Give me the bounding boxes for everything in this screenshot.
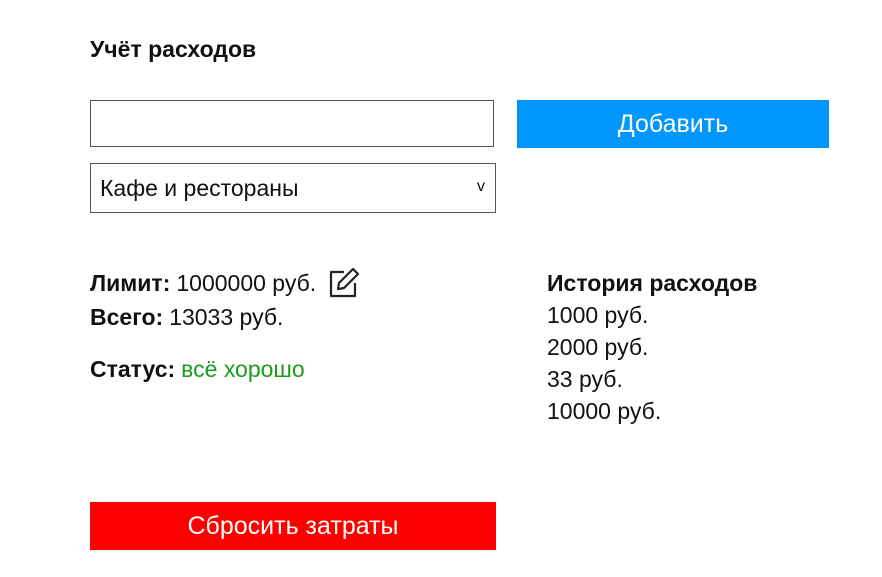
total-label: Всего: bbox=[90, 304, 164, 330]
expense-history: История расходов 1000 руб. 2000 руб. 33 … bbox=[547, 267, 757, 427]
expense-tracker: Учёт расходов Добавить Кафе и рестораны … bbox=[0, 0, 882, 577]
total-row: Всего: 13033 руб. bbox=[90, 300, 360, 334]
history-title: История расходов bbox=[547, 270, 758, 296]
stats-panel: Лимит: 1000000 руб. Всего: 13033 руб. Ст… bbox=[90, 266, 360, 386]
limit-label: Лимит: bbox=[90, 270, 171, 296]
status-row: Статус: всё хорошо bbox=[90, 352, 360, 386]
status-label: Статус: bbox=[90, 356, 176, 382]
history-item: 1000 руб. bbox=[547, 302, 649, 328]
page-title: Учёт расходов bbox=[90, 36, 257, 62]
reset-expenses-button[interactable]: Сбросить затраты bbox=[90, 502, 496, 550]
history-item: 2000 руб. bbox=[547, 334, 649, 360]
add-button[interactable]: Добавить bbox=[517, 100, 829, 148]
amount-input[interactable] bbox=[90, 100, 494, 147]
chevron-down-icon: v bbox=[477, 178, 485, 195]
limit-row: Лимит: 1000000 руб. bbox=[90, 266, 360, 300]
history-item: 10000 руб. bbox=[547, 398, 662, 424]
category-select[interactable]: Кафе и рестораны v bbox=[90, 163, 496, 213]
edit-icon[interactable] bbox=[326, 266, 360, 300]
status-value: всё хорошо bbox=[181, 356, 305, 382]
total-value: 13033 руб. bbox=[169, 304, 284, 330]
limit-value: 1000000 руб. bbox=[176, 270, 317, 296]
history-item: 33 руб. bbox=[547, 366, 623, 392]
category-selected-value: Кафе и рестораны bbox=[100, 175, 299, 201]
